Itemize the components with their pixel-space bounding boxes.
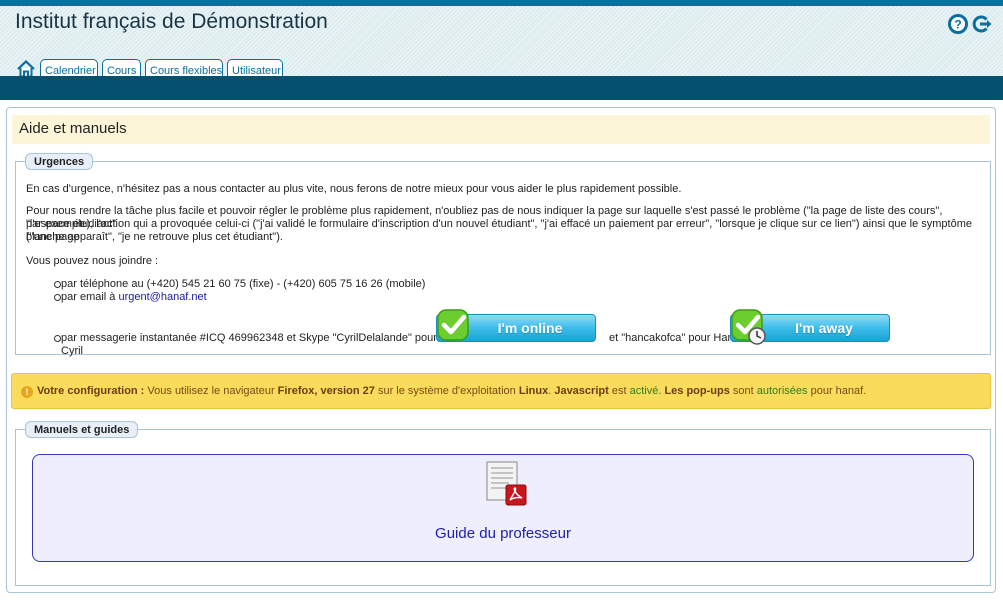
svg-text:?: ? bbox=[954, 18, 961, 32]
urgences-legend: Urgences bbox=[25, 153, 94, 170]
bullet-icon bbox=[54, 335, 61, 342]
im-away-button[interactable]: I'm away bbox=[730, 308, 890, 348]
config-js-status: activé bbox=[629, 385, 659, 397]
email-link[interactable]: urgent@hanaf.net bbox=[118, 291, 206, 303]
config-os: Linux bbox=[518, 385, 549, 397]
urgences-paragraph-line-3: blanche apparaît", "je ne retrouve plus … bbox=[26, 231, 283, 243]
pdf-document-icon bbox=[486, 461, 527, 506]
guide-professeur-card[interactable]: Guide du professeur bbox=[32, 454, 974, 562]
config-text-1: Vous utilisez le navigateur bbox=[147, 385, 275, 397]
top-header: Institut français de Démonstration ? Cal… bbox=[0, 0, 1003, 81]
nav-bar bbox=[0, 76, 1003, 100]
config-label: Votre configuration : bbox=[37, 385, 145, 397]
phone-text: par téléphone au (+420) 545 21 60 75 (fi… bbox=[61, 278, 426, 290]
manuels-section: Manuels et guides Guide du professeur bbox=[15, 421, 991, 586]
check-online-icon bbox=[437, 309, 469, 341]
logout-icon[interactable] bbox=[972, 14, 992, 34]
join-label: Vous pouvez nous joindre : bbox=[26, 255, 159, 267]
urgences-section: Urgences En cas d'urgence, n'hésitez pas… bbox=[15, 153, 991, 357]
check-away-clock-icon bbox=[731, 309, 766, 345]
bullet-icon bbox=[54, 294, 61, 301]
im-text-2: et "hancakofca" pour Hana bbox=[609, 332, 740, 344]
config-text-4: est bbox=[611, 385, 627, 397]
config-text-6: sont bbox=[732, 385, 754, 397]
email-item: par email à urgent@hanaf.net bbox=[61, 291, 207, 304]
config-js-label: Javascript bbox=[554, 385, 609, 397]
institution-title: Institut français de Démonstration bbox=[15, 10, 328, 33]
config-text-5: . bbox=[658, 385, 662, 397]
im-online-button[interactable]: I'm online bbox=[436, 308, 596, 348]
config-text-2: sur le système d'exploitation bbox=[377, 385, 516, 397]
urgences-intro: En cas d'urgence, n'hésitez pas a nous c… bbox=[26, 183, 682, 195]
config-popups-status: autorisées bbox=[756, 385, 808, 397]
manuels-legend: Manuels et guides bbox=[25, 421, 139, 438]
main-content: Aide et manuels Urgences En cas d'urgenc… bbox=[6, 107, 996, 593]
bullet-icon bbox=[54, 281, 61, 288]
email-prefix: par email à bbox=[61, 291, 116, 303]
config-notice: ! Votre configuration : Vous utilisez le… bbox=[11, 373, 991, 409]
warning-icon: ! bbox=[21, 386, 33, 398]
config-text-7: pour hanaf. bbox=[810, 385, 867, 397]
config-text-3: . bbox=[548, 385, 552, 397]
im-text: par messagerie instantanée #ICQ 46996234… bbox=[61, 332, 437, 357]
config-browser: Firefox, version 27 bbox=[277, 385, 375, 397]
page-title: Aide et manuels bbox=[12, 115, 990, 144]
help-icon[interactable]: ? bbox=[948, 14, 968, 34]
guide-professeur-label: Guide du professeur bbox=[435, 525, 571, 542]
config-popups-label: Les pop-ups bbox=[664, 385, 730, 397]
